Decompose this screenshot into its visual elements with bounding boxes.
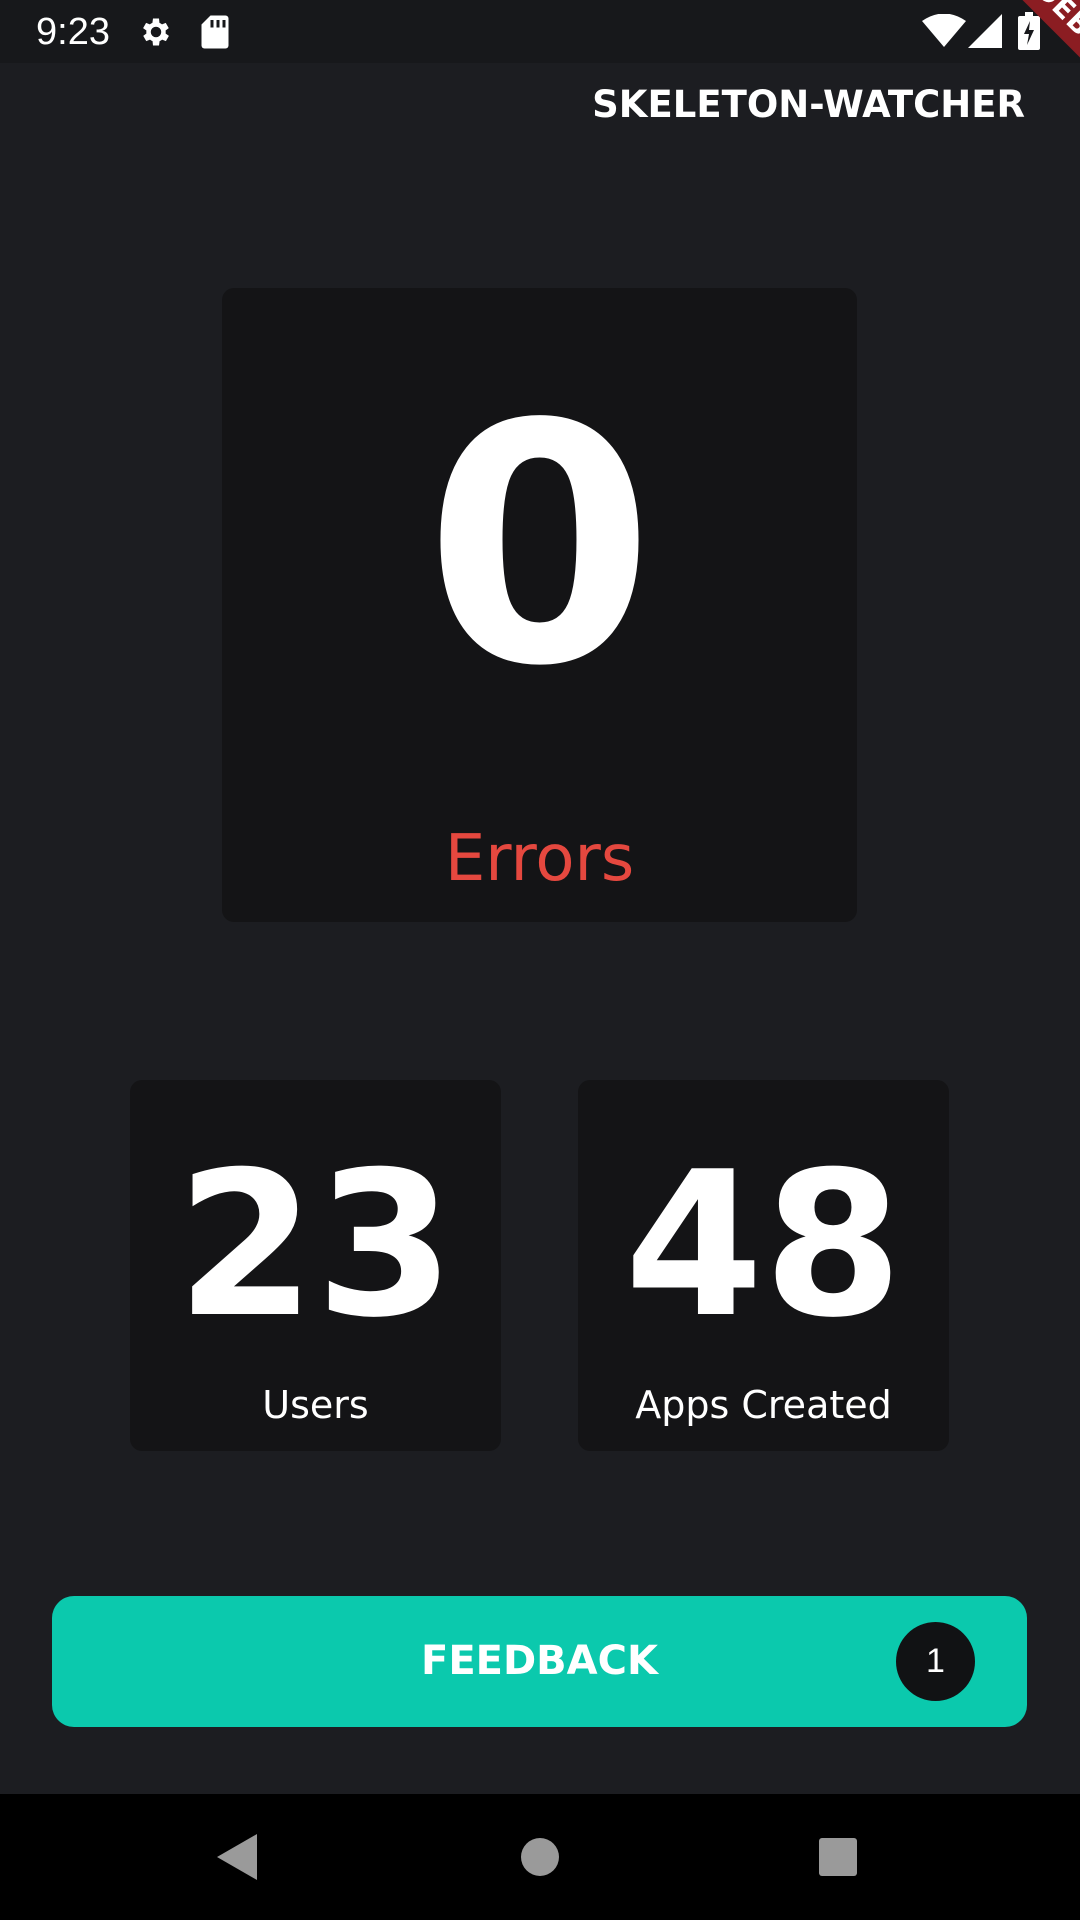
apps-created-count: 48	[624, 1129, 903, 1362]
gear-icon	[143, 18, 169, 46]
app-screen: 9:23 DEBUG SKELETON-WATCHER 0 Errors 23	[0, 0, 1080, 1920]
feedback-count-badge: 1	[896, 1622, 975, 1701]
signal-icon	[968, 14, 1002, 48]
sd-card-icon	[201, 15, 229, 49]
users-label: Users	[262, 1383, 369, 1427]
feedback-button-label: FEEDBACK	[421, 1638, 658, 1684]
app-title: SKELETON-WATCHER	[592, 83, 1025, 126]
back-icon[interactable]	[203, 1822, 273, 1892]
status-time: 9:23	[36, 11, 110, 53]
home-icon[interactable]	[505, 1822, 575, 1892]
battery-charging-icon	[1018, 12, 1040, 50]
apps-created-label: Apps Created	[635, 1383, 892, 1427]
errors-count: 0	[424, 354, 655, 738]
feedback-button[interactable]: FEEDBACK 1	[52, 1596, 1027, 1727]
users-card: 23 Users	[130, 1080, 501, 1451]
users-count: 23	[176, 1129, 455, 1362]
errors-label: Errors	[444, 822, 635, 896]
status-bar: 9:23	[0, 0, 1080, 63]
apps-created-card: 48 Apps Created	[578, 1080, 949, 1451]
navigation-bar	[0, 1794, 1080, 1920]
wifi-icon	[922, 14, 966, 47]
errors-card: 0 Errors	[222, 288, 857, 922]
recent-apps-icon[interactable]	[803, 1822, 873, 1892]
